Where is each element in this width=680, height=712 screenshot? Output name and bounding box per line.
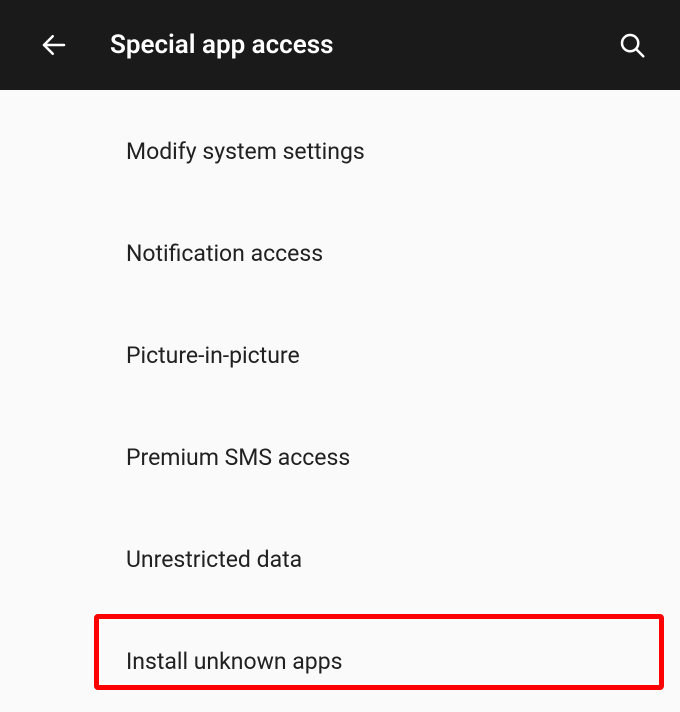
list-item-label: Modify system settings bbox=[126, 138, 365, 165]
back-arrow-icon bbox=[39, 30, 69, 60]
list-item-label: Picture-in-picture bbox=[126, 342, 300, 369]
list-item-modify-system-settings[interactable]: Modify system settings bbox=[126, 100, 680, 202]
list-item-unrestricted-data[interactable]: Unrestricted data bbox=[126, 508, 680, 610]
list-item-notification-access[interactable]: Notification access bbox=[126, 202, 680, 304]
list-item-label: Install unknown apps bbox=[126, 648, 343, 675]
list-item-premium-sms-access[interactable]: Premium SMS access bbox=[126, 406, 680, 508]
list-item-label: Premium SMS access bbox=[126, 444, 350, 471]
list-item-picture-in-picture[interactable]: Picture-in-picture bbox=[126, 304, 680, 406]
app-bar: Special app access bbox=[0, 0, 680, 90]
page-title: Special app access bbox=[110, 30, 612, 60]
list-item-install-unknown-apps[interactable]: Install unknown apps bbox=[126, 610, 680, 712]
search-icon bbox=[617, 30, 647, 60]
list-item-label: Notification access bbox=[126, 240, 323, 267]
back-button[interactable] bbox=[34, 25, 74, 65]
settings-list: Modify system settings Notification acce… bbox=[0, 90, 680, 712]
list-item-label: Unrestricted data bbox=[126, 546, 302, 573]
search-button[interactable] bbox=[612, 25, 652, 65]
